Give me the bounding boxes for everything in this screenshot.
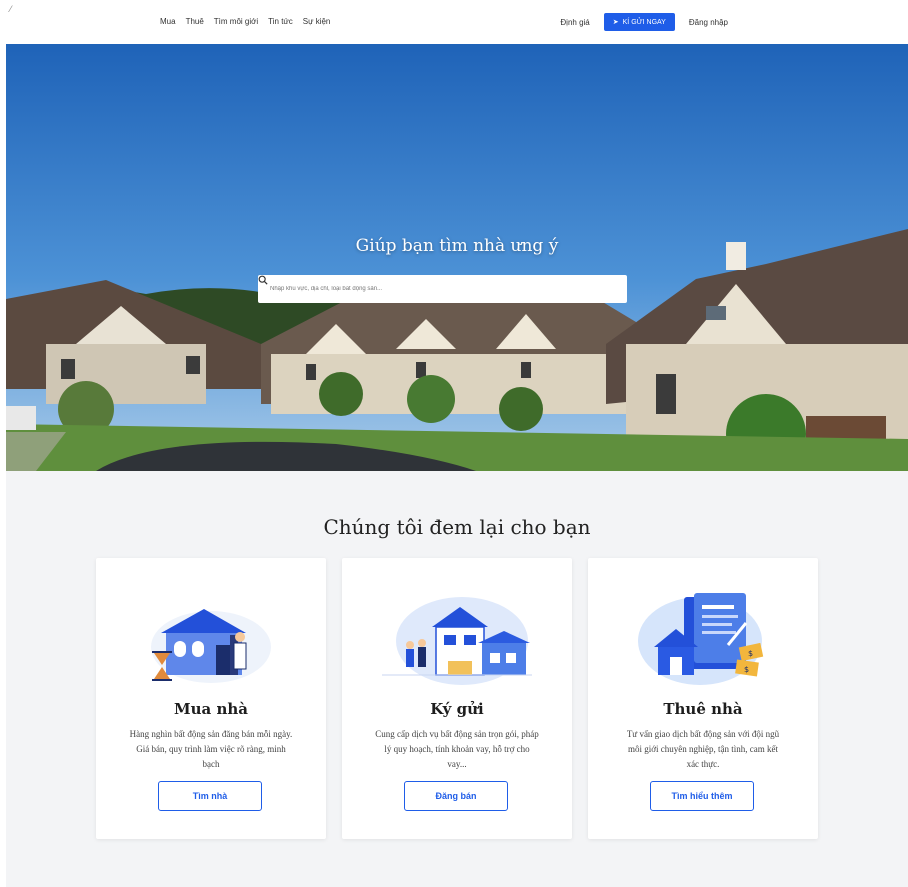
nav-link-find-agent[interactable]: Tìm môi giới [214, 17, 258, 26]
house-buying-illustration [151, 609, 271, 683]
services-section: Chúng tôi đem lại cho bạn Mua nhà Hàng n… [6, 471, 908, 887]
hero-banner: Giúp bạn tìm nhà ưng ý [6, 44, 908, 471]
search-icon[interactable] [258, 275, 268, 285]
login-link[interactable]: Đăng nhập [689, 18, 728, 27]
consign-now-button[interactable]: ➤ KÍ GỬI NGAY [603, 13, 675, 31]
nav-link-pricing[interactable]: Định giá [560, 18, 589, 27]
hero-background-photo [6, 44, 908, 471]
card-buy: Mua nhà Hàng nghìn bất động sản đăng bán… [96, 558, 326, 839]
house-consignment-illustration [382, 597, 532, 685]
svg-text:$: $ [748, 649, 753, 658]
card-description: Hàng nghìn bất động sản đăng bán mỗi ngà… [129, 729, 293, 769]
nav-link-events[interactable]: Sự kiện [303, 17, 331, 26]
hero-title: Giúp bạn tìm nhà ưng ý [355, 236, 559, 256]
send-icon: ➤ [612, 19, 619, 26]
card-title: Mua nhà [174, 700, 248, 718]
nav-link-rent[interactable]: Thuê [186, 17, 204, 26]
card-title: Ký gửi [430, 700, 484, 718]
find-house-button[interactable]: Tìm nhà [158, 781, 262, 811]
card-rent: $ $ Thuê nhà Tư vấn giao dịch bất động s… [588, 558, 818, 839]
consign-now-label: KÍ GỬI NGAY [622, 18, 666, 26]
card-title: Thuê nhà [663, 700, 743, 718]
search-bar [258, 275, 627, 303]
post-for-sale-button[interactable]: Đăng bán [404, 781, 508, 811]
card-description: Tư vấn giao dịch bất động sản với đội ng… [626, 729, 780, 769]
card-description: Cung cấp dịch vụ bất động sản trọn gói, … [375, 729, 539, 769]
main-menu: Mua Thuê Tìm môi giới Tin tức Sự kiện [160, 17, 330, 26]
card-consign: Ký gửi Cung cấp dịch vụ bất động sản trọ… [342, 558, 572, 839]
search-input[interactable] [270, 286, 615, 292]
rental-contract-illustration: $ $ [638, 593, 764, 685]
nav-actions: Định giá ➤ KÍ GỬI NGAY Đăng nhập [560, 13, 728, 31]
svg-text:$: $ [744, 665, 749, 674]
learn-more-button[interactable]: Tìm hiểu thêm [650, 781, 754, 811]
top-nav: ⁄ Mua Thuê Tìm môi giới Tin tức Sự kiện … [0, 0, 908, 44]
nav-link-buy[interactable]: Mua [160, 17, 176, 26]
nav-link-news[interactable]: Tin tức [268, 17, 293, 26]
section-title: Chúng tôi đem lại cho bạn [323, 515, 591, 539]
corner-mark: ⁄ [10, 4, 12, 14]
